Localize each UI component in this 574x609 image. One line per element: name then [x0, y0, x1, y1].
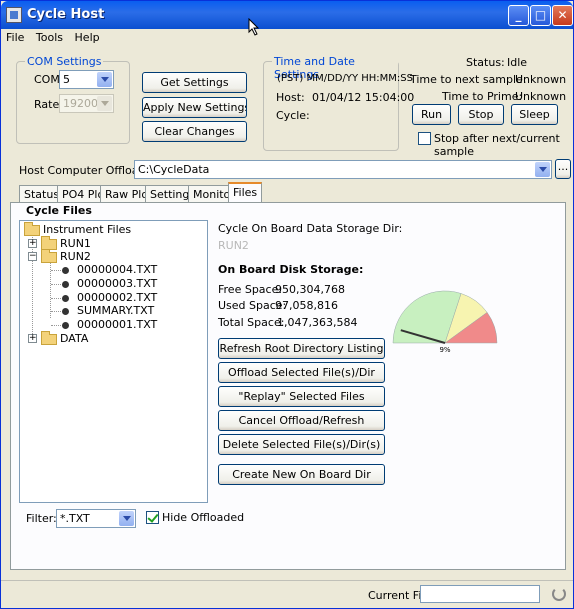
- collapse-icon[interactable]: −: [28, 252, 37, 261]
- tab-files[interactable]: Files: [228, 182, 263, 203]
- apply-new-settings-button[interactable]: Apply New Settings: [142, 97, 247, 118]
- prime-label: Time to Prime:: [442, 90, 523, 103]
- folder-open-icon: [41, 248, 57, 263]
- title-bar[interactable]: Cycle Host _ □ ✕: [1, 1, 573, 29]
- file-dot-icon: [62, 280, 69, 288]
- refresh-root-button[interactable]: Refresh Root Directory Listing: [218, 338, 385, 359]
- menu-file[interactable]: File: [2, 29, 28, 46]
- file-dot-icon: [62, 266, 69, 274]
- sleep-button[interactable]: Sleep: [511, 104, 558, 125]
- close-button[interactable]: ✕: [552, 5, 573, 26]
- disk-usage-gauge: 9%: [392, 290, 498, 354]
- storage-dir-label: Cycle On Board Data Storage Dir:: [218, 222, 403, 235]
- clear-changes-button[interactable]: Clear Changes: [142, 121, 247, 142]
- current-file-field[interactable]: [420, 585, 540, 603]
- hide-offloaded-checkbox[interactable]: [146, 511, 159, 524]
- gauge-percent-label: 9%: [439, 346, 450, 354]
- delete-selected-button[interactable]: Delete Selected File(s)/Dir(s): [218, 434, 385, 455]
- folder-icon: [41, 330, 57, 345]
- file-dot-icon: [62, 307, 69, 315]
- tree-folder-run2[interactable]: RUN2: [41, 248, 91, 263]
- chevron-down-icon: [97, 96, 112, 111]
- filter-label: Filter:: [26, 512, 57, 525]
- filter-select[interactable]: *.TXT: [56, 509, 136, 528]
- menu-tools[interactable]: Tools: [32, 29, 67, 46]
- tree-file[interactable]: SUMMARY.TXT: [62, 304, 154, 317]
- cycle-time-label: Cycle:: [276, 109, 310, 122]
- free-space-label: Free Space:: [218, 283, 283, 296]
- used-space-value: 97,058,816: [275, 299, 338, 312]
- stop-button[interactable]: Stop: [458, 104, 504, 125]
- host-time-value: 01/04/12 15:04:00: [312, 91, 415, 104]
- com-settings-title: COM Settings: [25, 55, 104, 68]
- busy-spinner-icon: [552, 587, 566, 601]
- com-port-select[interactable]: 5: [59, 70, 114, 89]
- menu-bar: File Tools Help: [2, 29, 573, 47]
- offload-dir-select[interactable]: C:\CycleData: [134, 160, 552, 179]
- free-space-value: 950,304,768: [275, 283, 345, 296]
- create-dir-button[interactable]: Create New On Board Dir: [218, 464, 385, 485]
- get-settings-button[interactable]: Get Settings: [142, 72, 247, 93]
- prime-value: Unknown: [515, 90, 567, 103]
- next-sample-value: Unknown: [515, 73, 567, 86]
- window-title: Cycle Host: [27, 7, 105, 22]
- menu-help[interactable]: Help: [71, 29, 104, 46]
- host-time-label: Host:: [276, 91, 305, 104]
- expand-icon[interactable]: +: [28, 239, 37, 248]
- total-space-label: Total Space:: [218, 316, 285, 329]
- tree-folder-data[interactable]: DATA: [41, 330, 88, 345]
- cancel-offload-button[interactable]: Cancel Offload/Refresh: [218, 410, 385, 431]
- time-format: (PST) MM/DD/YY HH:MM:SS: [277, 73, 413, 84]
- tree-file[interactable]: 00000003.TXT: [62, 277, 157, 290]
- mouse-cursor-icon: [248, 18, 260, 36]
- offload-selected-button[interactable]: Offload Selected File(s)/Dir: [218, 362, 385, 383]
- tree-root[interactable]: Instrument Files: [24, 221, 131, 236]
- chevron-down-icon[interactable]: [97, 72, 112, 87]
- rate-select: 19200: [59, 94, 114, 113]
- expand-icon[interactable]: +: [28, 334, 37, 343]
- folder-open-icon: [24, 221, 40, 236]
- replay-selected-button[interactable]: "Replay" Selected Files: [218, 386, 385, 407]
- app-icon: [6, 7, 22, 23]
- next-sample-label: Time to next sample:: [410, 73, 527, 86]
- hide-offloaded-label: Hide Offloaded: [162, 511, 245, 524]
- file-tree[interactable]: Instrument Files + RUN1 − RUN2 00000004.…: [19, 220, 208, 503]
- status-value: Idle: [507, 56, 528, 69]
- tree-file[interactable]: 00000001.TXT: [62, 318, 157, 331]
- run-button[interactable]: Run: [412, 104, 451, 125]
- tree-file[interactable]: 00000004.TXT: [62, 263, 157, 276]
- maximize-button[interactable]: □: [530, 5, 551, 26]
- minimize-button[interactable]: _: [508, 5, 529, 26]
- stop-after-label: Stop after next/current sample: [434, 132, 560, 158]
- chevron-down-icon[interactable]: [535, 162, 550, 177]
- total-space-value: 1,047,363,584: [277, 316, 358, 329]
- main-window: Cycle Host _ □ ✕ File Tools Help COM Set…: [0, 0, 574, 609]
- browse-button[interactable]: ...: [555, 159, 571, 179]
- file-dot-icon: [62, 294, 69, 302]
- stop-after-checkbox[interactable]: [418, 132, 431, 145]
- cycle-files-title: Cycle Files: [26, 204, 92, 217]
- chevron-down-icon[interactable]: [119, 511, 134, 526]
- tree-file[interactable]: 00000002.TXT: [62, 291, 157, 304]
- storage-dir-value: RUN2: [218, 239, 249, 252]
- status-label: Status:: [466, 56, 505, 69]
- file-dot-icon: [62, 321, 69, 329]
- disk-storage-title: On Board Disk Storage:: [218, 263, 364, 276]
